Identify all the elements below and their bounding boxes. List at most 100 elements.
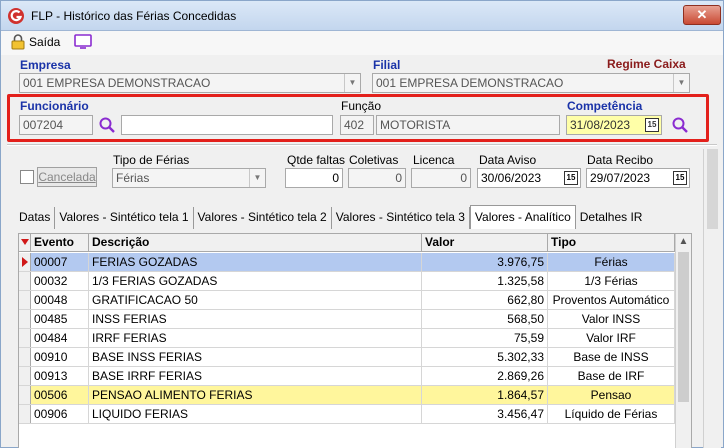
cell-valor: 75,59 bbox=[422, 329, 548, 347]
empresa-label: Empresa bbox=[20, 58, 71, 72]
cell-descricao: PENSAO ALIMENTO FERIAS bbox=[89, 386, 422, 404]
screen-icon[interactable] bbox=[73, 33, 93, 49]
data-aviso-value: 30/06/2023 bbox=[481, 171, 542, 185]
cell-tipo: Valor INSS bbox=[548, 310, 675, 328]
sort-indicator[interactable] bbox=[19, 234, 31, 251]
cell-tipo: Pensao bbox=[548, 386, 675, 404]
empresa-select[interactable]: 001 EMPRESA DEMONSTRACAO ▼ bbox=[19, 73, 361, 93]
table-row[interactable]: 00048 GRATIFICACAO 50 662,80 Proventos Auto… bbox=[19, 291, 675, 310]
tab-bar: Datas Valores - Sintético tela 1 Valores… bbox=[15, 205, 646, 229]
row-indicator[interactable] bbox=[19, 386, 31, 404]
cell-tipo: Líquido de Férias bbox=[548, 405, 675, 423]
calendar-icon[interactable]: 15 bbox=[564, 171, 578, 185]
column-header-evento[interactable]: Evento bbox=[31, 234, 89, 251]
events-grid: Evento Descrição Valor Tipo 00007 FERIAS … bbox=[18, 233, 692, 448]
qtde-faltas-field[interactable]: 0 bbox=[285, 168, 343, 188]
chevron-down-icon[interactable]: ▼ bbox=[344, 74, 360, 92]
table-row[interactable]: 00506 PENSAO ALIMENTO FERIAS 1.864,57 Pensa… bbox=[19, 386, 675, 405]
data-aviso-field[interactable]: 30/06/2023 15 bbox=[477, 168, 581, 188]
row-indicator[interactable] bbox=[19, 253, 31, 271]
tab-detalhes-ir[interactable]: Detalhes IR bbox=[576, 207, 647, 229]
cancelada-label: Cancelada bbox=[37, 167, 97, 187]
qtde-faltas-label: Qtde faltas bbox=[287, 153, 346, 167]
coletivas-field[interactable]: 0 bbox=[348, 168, 406, 188]
column-header-tipo[interactable]: Tipo bbox=[548, 234, 675, 251]
cell-valor: 1.864,57 bbox=[422, 386, 548, 404]
window-scrollbar[interactable] bbox=[703, 149, 721, 448]
cell-evento: 00032 bbox=[31, 272, 89, 290]
chevron-down-icon[interactable]: ▼ bbox=[249, 169, 265, 187]
row-indicator[interactable] bbox=[19, 405, 31, 423]
highlight-frame bbox=[7, 94, 709, 142]
cell-tipo: Valor IRF bbox=[548, 329, 675, 347]
column-header-descricao[interactable]: Descrição bbox=[89, 234, 422, 251]
toolbar: Saída bbox=[1, 31, 723, 55]
app-logo-icon bbox=[8, 8, 24, 24]
row-indicator[interactable] bbox=[19, 310, 31, 328]
tab-analitico[interactable]: Valores - Analítico bbox=[469, 205, 576, 229]
cell-descricao: LIQUIDO FERIAS bbox=[89, 405, 422, 423]
data-recibo-field[interactable]: 29/07/2023 15 bbox=[586, 168, 690, 188]
column-header-valor[interactable]: Valor bbox=[422, 234, 548, 251]
cell-valor: 5.302,33 bbox=[422, 348, 548, 366]
cell-valor: 2.869,26 bbox=[422, 367, 548, 385]
row-indicator[interactable] bbox=[19, 272, 31, 290]
calendar-icon[interactable]: 15 bbox=[673, 171, 687, 185]
exit-label: Saída bbox=[29, 35, 61, 49]
table-row[interactable]: 00906 LIQUIDO FERIAS 3.456,47 Líquido de Fé… bbox=[19, 405, 675, 424]
table-row[interactable]: 00032 1/3 FERIAS GOZADAS 1.325,58 1/3 Féria… bbox=[19, 272, 675, 291]
tab-sintetico-2[interactable]: Valores - Sintético tela 2 bbox=[194, 207, 332, 229]
cell-evento: 00910 bbox=[31, 348, 89, 366]
scroll-thumb[interactable] bbox=[678, 252, 689, 402]
chevron-down-icon[interactable]: ▼ bbox=[673, 74, 689, 92]
data-recibo-label: Data Recibo bbox=[587, 153, 654, 167]
exit-button[interactable]: Saída bbox=[11, 34, 60, 50]
cell-tipo: 1/3 Férias bbox=[548, 272, 675, 290]
cell-evento: 00913 bbox=[31, 367, 89, 385]
tab-sintetico-3[interactable]: Valores - Sintético tela 3 bbox=[332, 207, 470, 229]
window-title: FLP - Histórico das Férias Concedidas bbox=[31, 9, 237, 23]
regime-caixa-label: Regime Caixa bbox=[607, 57, 686, 71]
row-indicator[interactable] bbox=[19, 348, 31, 366]
cell-valor: 1.325,58 bbox=[422, 272, 548, 290]
row-indicator[interactable] bbox=[19, 329, 31, 347]
data-aviso-label: Data Aviso bbox=[479, 153, 537, 167]
tipo-ferias-select[interactable]: Férias ▼ bbox=[112, 168, 266, 188]
cell-evento: 00506 bbox=[31, 386, 89, 404]
row-indicator[interactable] bbox=[19, 367, 31, 385]
cell-tipo: Base de IRF bbox=[548, 367, 675, 385]
scroll-thumb[interactable] bbox=[707, 149, 718, 229]
coletivas-label: Coletivas bbox=[349, 153, 399, 167]
cell-valor: 3.976,75 bbox=[422, 253, 548, 271]
cancelada-checkbox[interactable] bbox=[20, 170, 34, 184]
cell-tipo: Proventos Automático bbox=[548, 291, 675, 309]
cell-valor: 3.456,47 bbox=[422, 405, 548, 423]
cell-descricao: IRRF FERIAS bbox=[89, 329, 422, 347]
app-window: FLP - Histórico das Férias Concedidas ✕ … bbox=[0, 0, 724, 448]
licenca-field[interactable]: 0 bbox=[411, 168, 471, 188]
filial-value: 001 EMPRESA DEMONSTRACAO bbox=[376, 76, 564, 90]
cell-descricao: BASE INSS FERIAS bbox=[89, 348, 422, 366]
table-row[interactable]: 00485 INSS FERIAS 568,50 Valor INSS bbox=[19, 310, 675, 329]
grid-scrollbar[interactable]: ▲ bbox=[675, 234, 691, 448]
title-bar: FLP - Histórico das Férias Concedidas ✕ bbox=[1, 1, 723, 31]
filial-select[interactable]: 001 EMPRESA DEMONSTRACAO ▼ bbox=[372, 73, 690, 93]
grid-header: Evento Descrição Valor Tipo bbox=[19, 234, 675, 252]
chevron-up-icon[interactable]: ▲ bbox=[676, 234, 691, 250]
row-indicator[interactable] bbox=[19, 291, 31, 309]
table-row[interactable]: 00007 FERIAS GOZADAS 3.976,75 Férias bbox=[19, 253, 675, 272]
table-row[interactable]: 00910 BASE INSS FERIAS 5.302,33 Base de INS… bbox=[19, 348, 675, 367]
table-row[interactable]: 00484 IRRF FERIAS 75,59 Valor IRF bbox=[19, 329, 675, 348]
cell-tipo: Férias bbox=[548, 253, 675, 271]
cell-evento: 00906 bbox=[31, 405, 89, 423]
cell-valor: 568,50 bbox=[422, 310, 548, 328]
close-button[interactable]: ✕ bbox=[683, 5, 721, 25]
cell-descricao: BASE IRRF FERIAS bbox=[89, 367, 422, 385]
current-row-arrow-icon bbox=[22, 257, 28, 267]
cell-descricao: 1/3 FERIAS GOZADAS bbox=[89, 272, 422, 290]
table-row[interactable]: 00913 BASE IRRF FERIAS 2.869,26 Base de IRF bbox=[19, 367, 675, 386]
divider bbox=[7, 144, 717, 146]
tab-sintetico-1[interactable]: Valores - Sintético tela 1 bbox=[55, 207, 194, 229]
cell-evento: 00048 bbox=[31, 291, 89, 309]
tab-datas[interactable]: Datas bbox=[15, 207, 56, 229]
